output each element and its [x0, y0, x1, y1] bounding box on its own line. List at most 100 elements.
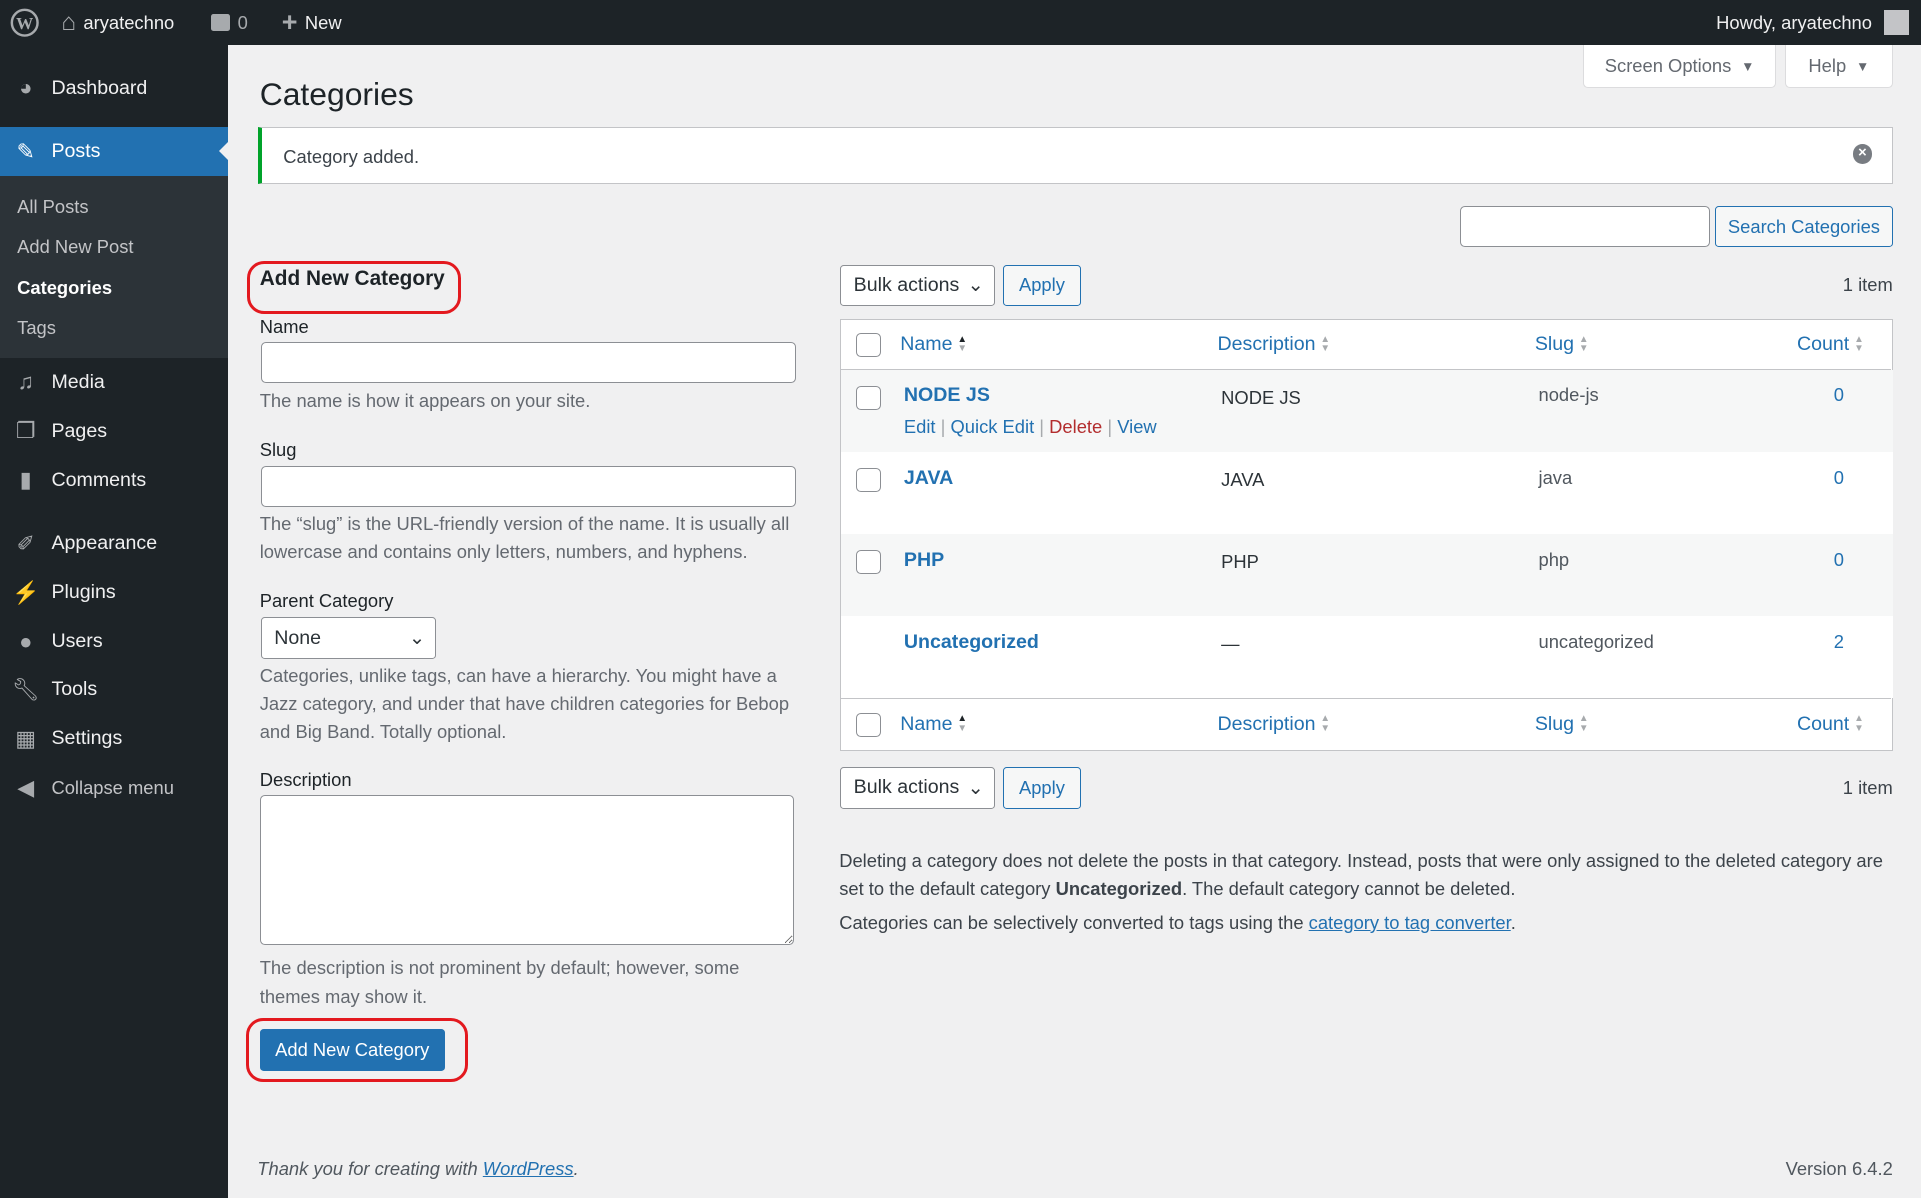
row-checkbox[interactable] — [856, 385, 881, 411]
slug-input[interactable] — [260, 465, 797, 508]
category-count-link[interactable]: 0 — [1834, 384, 1844, 406]
comments-link[interactable]: 0 — [210, 0, 248, 45]
submenu-categories[interactable]: Categories — [17, 277, 112, 299]
screen-options-button[interactable]: Screen Options ▼ — [1582, 45, 1777, 89]
column-description[interactable]: Description ▲ ▼ — [1218, 713, 1331, 736]
column-name[interactable]: Name ▲ ▼ — [900, 333, 967, 356]
sidebar-item-tools[interactable]: 🔧︎ Tools — [0, 665, 228, 714]
help-button[interactable]: Help ▼ — [1784, 45, 1893, 89]
table-row: Uncategorized — uncategorized 2 — [841, 615, 1893, 699]
column-slug[interactable]: Slug ▲ ▼ — [1535, 713, 1589, 736]
column-count[interactable]: Count ▲ ▼ — [1797, 333, 1864, 356]
parent-category-label: Parent Category — [259, 590, 394, 612]
pin-icon: ✎ — [16, 138, 35, 164]
search-categories-input[interactable] — [1460, 205, 1711, 248]
select-all-checkbox[interactable] — [856, 332, 881, 358]
collapse-menu-button[interactable]: ◀ Collapse menu — [0, 763, 228, 812]
current-arrow — [210, 142, 228, 161]
items-count-bottom: 1 item — [1842, 776, 1893, 798]
table-header: Name ▲ ▼ Description ▲ ▼ Slug ▲ ▼ Count ▲ ▼ — [841, 320, 1892, 370]
row-actions: Edit | Quick Edit | Delete | View — [903, 416, 1157, 438]
sidebar-item-media[interactable]: ♫ Media — [0, 358, 228, 407]
posts-submenu: All Posts Add New Post Categories Tags — [0, 176, 228, 358]
delete-link[interactable]: Delete — [1049, 416, 1102, 437]
categories-table: Name ▲ ▼ Description ▲ ▼ Slug ▲ ▼ Count ▲ ▼ NODE… — [840, 318, 1893, 751]
description-hint: The description is not prominent by defa… — [259, 957, 740, 1007]
category-name-link[interactable]: JAVA — [904, 467, 953, 490]
items-count: 1 item — [1842, 274, 1893, 296]
sidebar-item-plugins[interactable]: ⚡ Plugins — [0, 568, 228, 617]
sidebar-item-settings[interactable]: ▦ Settings — [0, 714, 228, 763]
column-name[interactable]: Name ▲ ▼ — [900, 713, 967, 736]
site-link[interactable]: ⌂ aryatechno — [61, 0, 174, 45]
new-content-link[interactable]: + New — [282, 0, 342, 45]
bulk-actions-select[interactable]: Bulk actions ⌄ — [840, 264, 995, 307]
sidebar-item-pages[interactable]: ❐ Pages — [0, 407, 228, 456]
apply-button[interactable]: Apply — [1003, 264, 1081, 307]
success-notice: Category added. × — [258, 127, 1893, 184]
sidebar-item-comments[interactable]: ▮ Comments — [0, 456, 228, 505]
sidebar-item-posts[interactable]: ✎ Posts — [0, 127, 228, 177]
column-description[interactable]: Description ▲ ▼ — [1218, 333, 1331, 356]
sort-icon: ▲ ▼ — [1320, 713, 1331, 735]
category-description: NODE JS — [1221, 386, 1301, 408]
bulk-actions-select-bottom[interactable]: Bulk actions ⌄ — [840, 766, 995, 809]
wordpress-logo-icon[interactable]: W — [10, 0, 39, 45]
comment-icon — [210, 14, 231, 32]
quick-edit-link[interactable]: Quick Edit — [951, 416, 1035, 437]
table-row: JAVA JAVA java 0 — [841, 451, 1893, 534]
account-menu[interactable]: Howdy, aryatechno — [1716, 0, 1909, 45]
description-textarea[interactable] — [259, 795, 794, 945]
comment-icon: ▮ — [19, 467, 32, 493]
category-slug: php — [1538, 548, 1570, 570]
sidebar-item-appearance[interactable]: ✐ Appearance — [0, 519, 228, 568]
sidebar-item-dashboard[interactable]: ◕ Dashboard — [0, 64, 228, 113]
name-input[interactable] — [260, 341, 797, 384]
footer-thanks: Thank you for creating with WordPress. — [257, 1157, 579, 1179]
column-count[interactable]: Count ▲ ▼ — [1797, 713, 1864, 736]
highlight-annotation — [246, 1018, 468, 1082]
admin-bar: W ⌂ aryatechno 0 + New Howdy, aryatechno — [0, 0, 1921, 46]
delete-note: Deleting a category does not delete the … — [839, 849, 1883, 899]
sort-icon: ▲ ▼ — [1578, 333, 1589, 355]
edit-link[interactable]: Edit — [904, 416, 936, 437]
category-name-link[interactable]: NODE JS — [904, 384, 990, 407]
submenu-all-posts[interactable]: All Posts — [17, 196, 88, 218]
category-name-link[interactable]: PHP — [904, 549, 944, 572]
category-count-link[interactable]: 0 — [1834, 549, 1844, 571]
chevron-down-icon: ⌄ — [967, 274, 984, 297]
dismiss-icon[interactable]: × — [1852, 144, 1873, 164]
page-title: Categories — [259, 75, 414, 112]
parent-category-select[interactable]: None ⌄ — [260, 617, 437, 660]
category-count-link[interactable]: 2 — [1834, 631, 1844, 653]
pages-icon: ❐ — [15, 418, 36, 444]
sort-icon: ▲ ▼ — [957, 713, 968, 735]
category-name-link[interactable]: Uncategorized — [904, 631, 1039, 654]
row-checkbox[interactable] — [856, 549, 881, 575]
search-categories-button[interactable]: Search Categories — [1715, 205, 1893, 248]
submenu-add-new-post[interactable]: Add New Post — [17, 236, 133, 258]
category-count-link[interactable]: 0 — [1834, 467, 1844, 489]
category-slug: node-js — [1538, 384, 1599, 406]
column-slug[interactable]: Slug ▲ ▼ — [1535, 333, 1589, 356]
select-all-checkbox[interactable] — [856, 712, 881, 738]
plugin-icon: ⚡ — [12, 579, 40, 605]
sort-icon: ▲ ▼ — [1320, 333, 1331, 355]
apply-button-bottom[interactable]: Apply — [1003, 766, 1081, 809]
table-footer: Name ▲ ▼ Description ▲ ▼ Slug ▲ ▼ Count ▲ ▼ — [841, 698, 1892, 749]
avatar — [1884, 10, 1909, 35]
sort-icon: ▲ ▼ — [1854, 713, 1864, 735]
category-to-tag-converter-link[interactable]: category to tag converter — [1309, 912, 1511, 933]
table-row: NODE JS Edit | Quick Edit | Delete | Vie… — [841, 369, 1893, 452]
sidebar-item-users[interactable]: ● Users — [0, 617, 228, 666]
slug-label: Slug — [259, 438, 297, 460]
settings-icon: ▦ — [15, 725, 37, 751]
category-description: — — [1221, 633, 1240, 655]
row-checkbox[interactable] — [856, 467, 881, 493]
wordpress-link[interactable]: WordPress — [483, 1158, 574, 1179]
chevron-down-icon: ⌄ — [967, 776, 984, 799]
highlight-annotation — [247, 260, 461, 314]
view-link[interactable]: View — [1117, 416, 1156, 437]
notice-text: Category added. — [283, 145, 420, 167]
submenu-tags[interactable]: Tags — [17, 317, 56, 339]
